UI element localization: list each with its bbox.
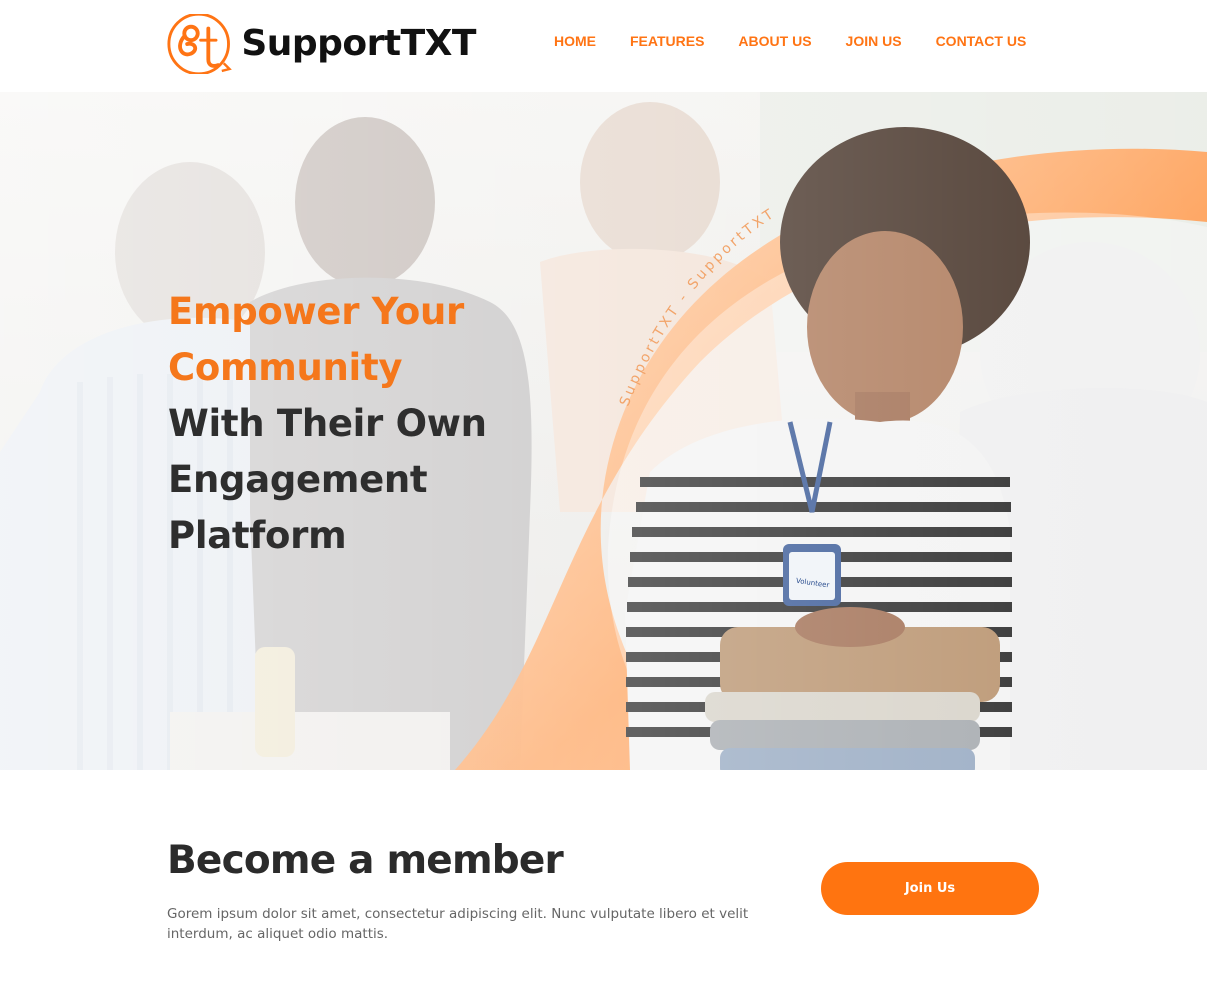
headline-line-4: Engagement — [168, 458, 428, 501]
join-us-button[interactable]: Join Us — [821, 862, 1039, 915]
nav-about-us[interactable]: ABOUT US — [738, 32, 811, 50]
member-description: Gorem ipsum dolor sit amet, consectetur … — [167, 906, 749, 942]
headline-line-2: Community — [168, 346, 403, 389]
volunteer-badge-text: Volunteer — [795, 577, 829, 590]
headline-line-5: Platform — [168, 514, 347, 557]
nav-home[interactable]: HOME — [554, 32, 596, 50]
logo-link[interactable]: SupportTXT — [166, 14, 476, 74]
main-nav: HOME FEATURES ABOUT US JOIN US CONTACT U… — [554, 32, 1060, 50]
site-header: SupportTXT HOME FEATURES ABOUT US JOIN U… — [0, 0, 1207, 92]
hero-headline: Empower Your Community With Their Own En… — [168, 284, 628, 564]
nav-contact-us[interactable]: CONTACT US — [936, 32, 1027, 50]
hero-section: SupportTXT - SupportTXT Volunteer Empowe… — [0, 92, 1207, 770]
headline-line-1: Empower Your — [168, 290, 464, 333]
st-monogram-logo-icon — [167, 14, 232, 74]
arc-text-path: SupportTXT - SupportTXT — [617, 205, 776, 408]
svg-text:SupportTXT - SupportTXT: SupportTXT - SupportTXT — [617, 205, 779, 408]
nav-join-us[interactable]: JOIN US — [846, 32, 902, 50]
brand-name: SupportTXT — [241, 23, 476, 64]
nav-features[interactable]: FEATURES — [630, 32, 704, 50]
headline-line-3: With Their Own — [168, 402, 487, 445]
member-title: Become a member — [167, 838, 564, 883]
